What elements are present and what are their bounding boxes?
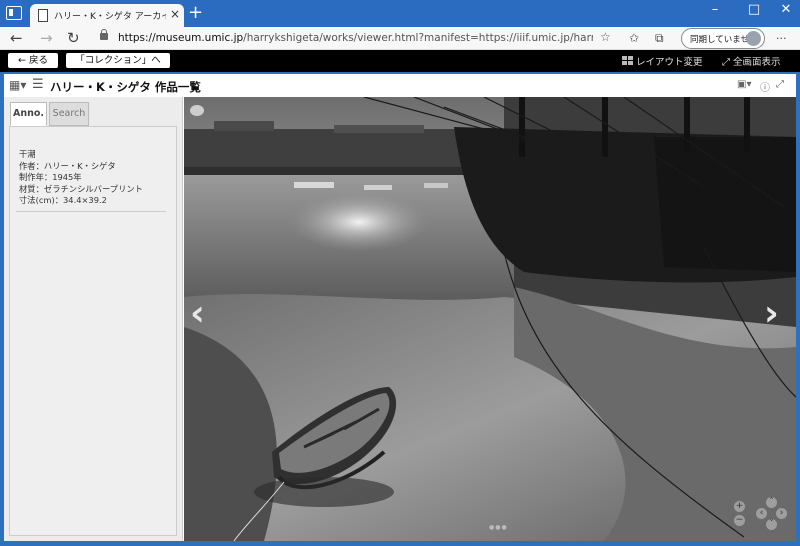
info-icon[interactable]: ⓘ	[760, 79, 770, 94]
refresh-icon[interactable]: ↻	[67, 29, 80, 47]
maximize-button[interactable]: □	[744, 2, 764, 17]
fullscreen-button[interactable]: ⤢ 全画面表示	[722, 54, 781, 68]
pan-left-button[interactable]: ‹	[756, 508, 767, 519]
tab-close-icon[interactable]: ×	[170, 7, 180, 21]
annotation-panel: 干潮 作者：ハリー・K・シゲタ 制作年：1945年 材質：ゼラチンシルバープリン…	[9, 126, 177, 536]
profile-sync-button[interactable]: 同期していません	[681, 28, 765, 49]
tab-title: ハリー・K・シゲタ アーカイブズ | 作品ビ	[54, 12, 166, 22]
layout-change-label: レイアウト変更	[636, 57, 703, 68]
divider	[16, 211, 166, 212]
back-button[interactable]: ← 戻る	[8, 53, 58, 68]
image-viewer: ▦▾ ☰ ハリー・K・シゲタ 作品一覧 ▣▾ ⓘ ⤢ Anno. Search …	[4, 74, 796, 541]
tab-strip: ハリー・K・シゲタ アーカイブズ | 作品ビ × + – □ ✕	[0, 0, 800, 27]
navigation-bar: ← → ↻ https://museum.umic.jp/harrykshige…	[0, 27, 800, 50]
pan-right-button[interactable]: ›	[776, 508, 787, 519]
zoom-in-button[interactable]: +	[734, 501, 745, 512]
tab-actions-icon[interactable]	[6, 6, 22, 20]
fullscreen-label: 全画面表示	[733, 57, 781, 68]
work-title: 干潮	[19, 149, 36, 159]
comment-icon[interactable]	[190, 105, 204, 116]
avatar	[746, 31, 761, 46]
side-panel: Anno. Search 干潮 作者：ハリー・K・シゲタ 制作年：1945年 材…	[4, 97, 183, 541]
more-menu-icon[interactable]: ···	[776, 32, 787, 45]
work-dimensions: 寸法(cm)：34.4×39.2	[19, 195, 107, 205]
pan-up-button[interactable]: ˄	[766, 497, 777, 508]
layout-grid-icon	[622, 56, 633, 66]
work-material: 材質：ゼラチンシルバープリント	[19, 183, 143, 194]
fullscreen-icon: ⤢	[722, 57, 730, 68]
collections-icon[interactable]: ⧉	[655, 31, 664, 46]
url-text[interactable]: https://museum.umic.jp/harrykshigeta/wor…	[118, 32, 593, 44]
next-image-arrow[interactable]: ›	[764, 293, 779, 334]
layout-change-button[interactable]: レイアウト変更	[622, 54, 703, 68]
minimize-button[interactable]: –	[705, 2, 725, 17]
viewer-header: ▦▾ ☰ ハリー・K・シゲタ 作品一覧 ▣▾ ⓘ ⤢	[4, 74, 796, 97]
new-tab-button[interactable]: +	[188, 2, 203, 23]
page-indicator[interactable]: ●●●	[489, 524, 508, 531]
back-icon[interactable]: ←	[10, 29, 23, 47]
collection-button[interactable]: 「コレクション」へ	[66, 53, 170, 68]
close-window-button[interactable]: ✕	[776, 2, 796, 17]
image-canvas[interactable]: ‹ › ●●● + − ˄ ‹ › ˅	[184, 97, 796, 541]
photograph	[184, 97, 796, 541]
add-favorite-icon[interactable]: ☆	[600, 30, 611, 44]
browser-tab[interactable]: ハリー・K・シゲタ アーカイブズ | 作品ビ ×	[30, 4, 184, 27]
expand-icon[interactable]: ⤢	[776, 79, 784, 90]
favorites-icon[interactable]: ✩	[629, 31, 639, 45]
menu-icon[interactable]: ☰	[32, 77, 44, 92]
work-author: 作者：ハリー・K・シゲタ	[19, 160, 116, 171]
tab-annotations[interactable]: Anno.	[10, 102, 47, 126]
page-favicon-icon	[38, 9, 48, 22]
url-path: /harrykshigeta/works/viewer.html?manifes…	[243, 32, 593, 44]
view-mode-icon[interactable]: ▦▾	[9, 78, 26, 92]
pan-down-button[interactable]: ˅	[766, 519, 777, 530]
page-title: ハリー・K・シゲタ 作品一覧	[50, 80, 201, 94]
address-bar[interactable]: https://museum.umic.jp/harrykshigeta/wor…	[92, 28, 622, 49]
tab-search[interactable]: Search	[49, 102, 89, 126]
previous-image-arrow[interactable]: ‹	[190, 293, 205, 334]
browser-window: ハリー・K・シゲタ アーカイブズ | 作品ビ × + – □ ✕ ← → ↻ h…	[0, 0, 800, 546]
lock-icon[interactable]	[100, 29, 108, 40]
metadata-list: 干潮 作者：ハリー・K・シゲタ 制作年：1945年 材質：ゼラチンシルバープリン…	[19, 149, 169, 207]
app-toolbar: ← 戻る 「コレクション」へ レイアウト変更 ⤢ 全画面表示	[0, 50, 800, 72]
image-options-icon[interactable]: ▣▾	[737, 79, 751, 90]
window-bottom-border	[0, 541, 800, 546]
work-year: 制作年：1945年	[19, 172, 82, 182]
zoom-out-button[interactable]: −	[734, 515, 745, 526]
url-host: https://museum.umic.jp	[118, 32, 244, 44]
forward-icon[interactable]: →	[40, 29, 53, 47]
